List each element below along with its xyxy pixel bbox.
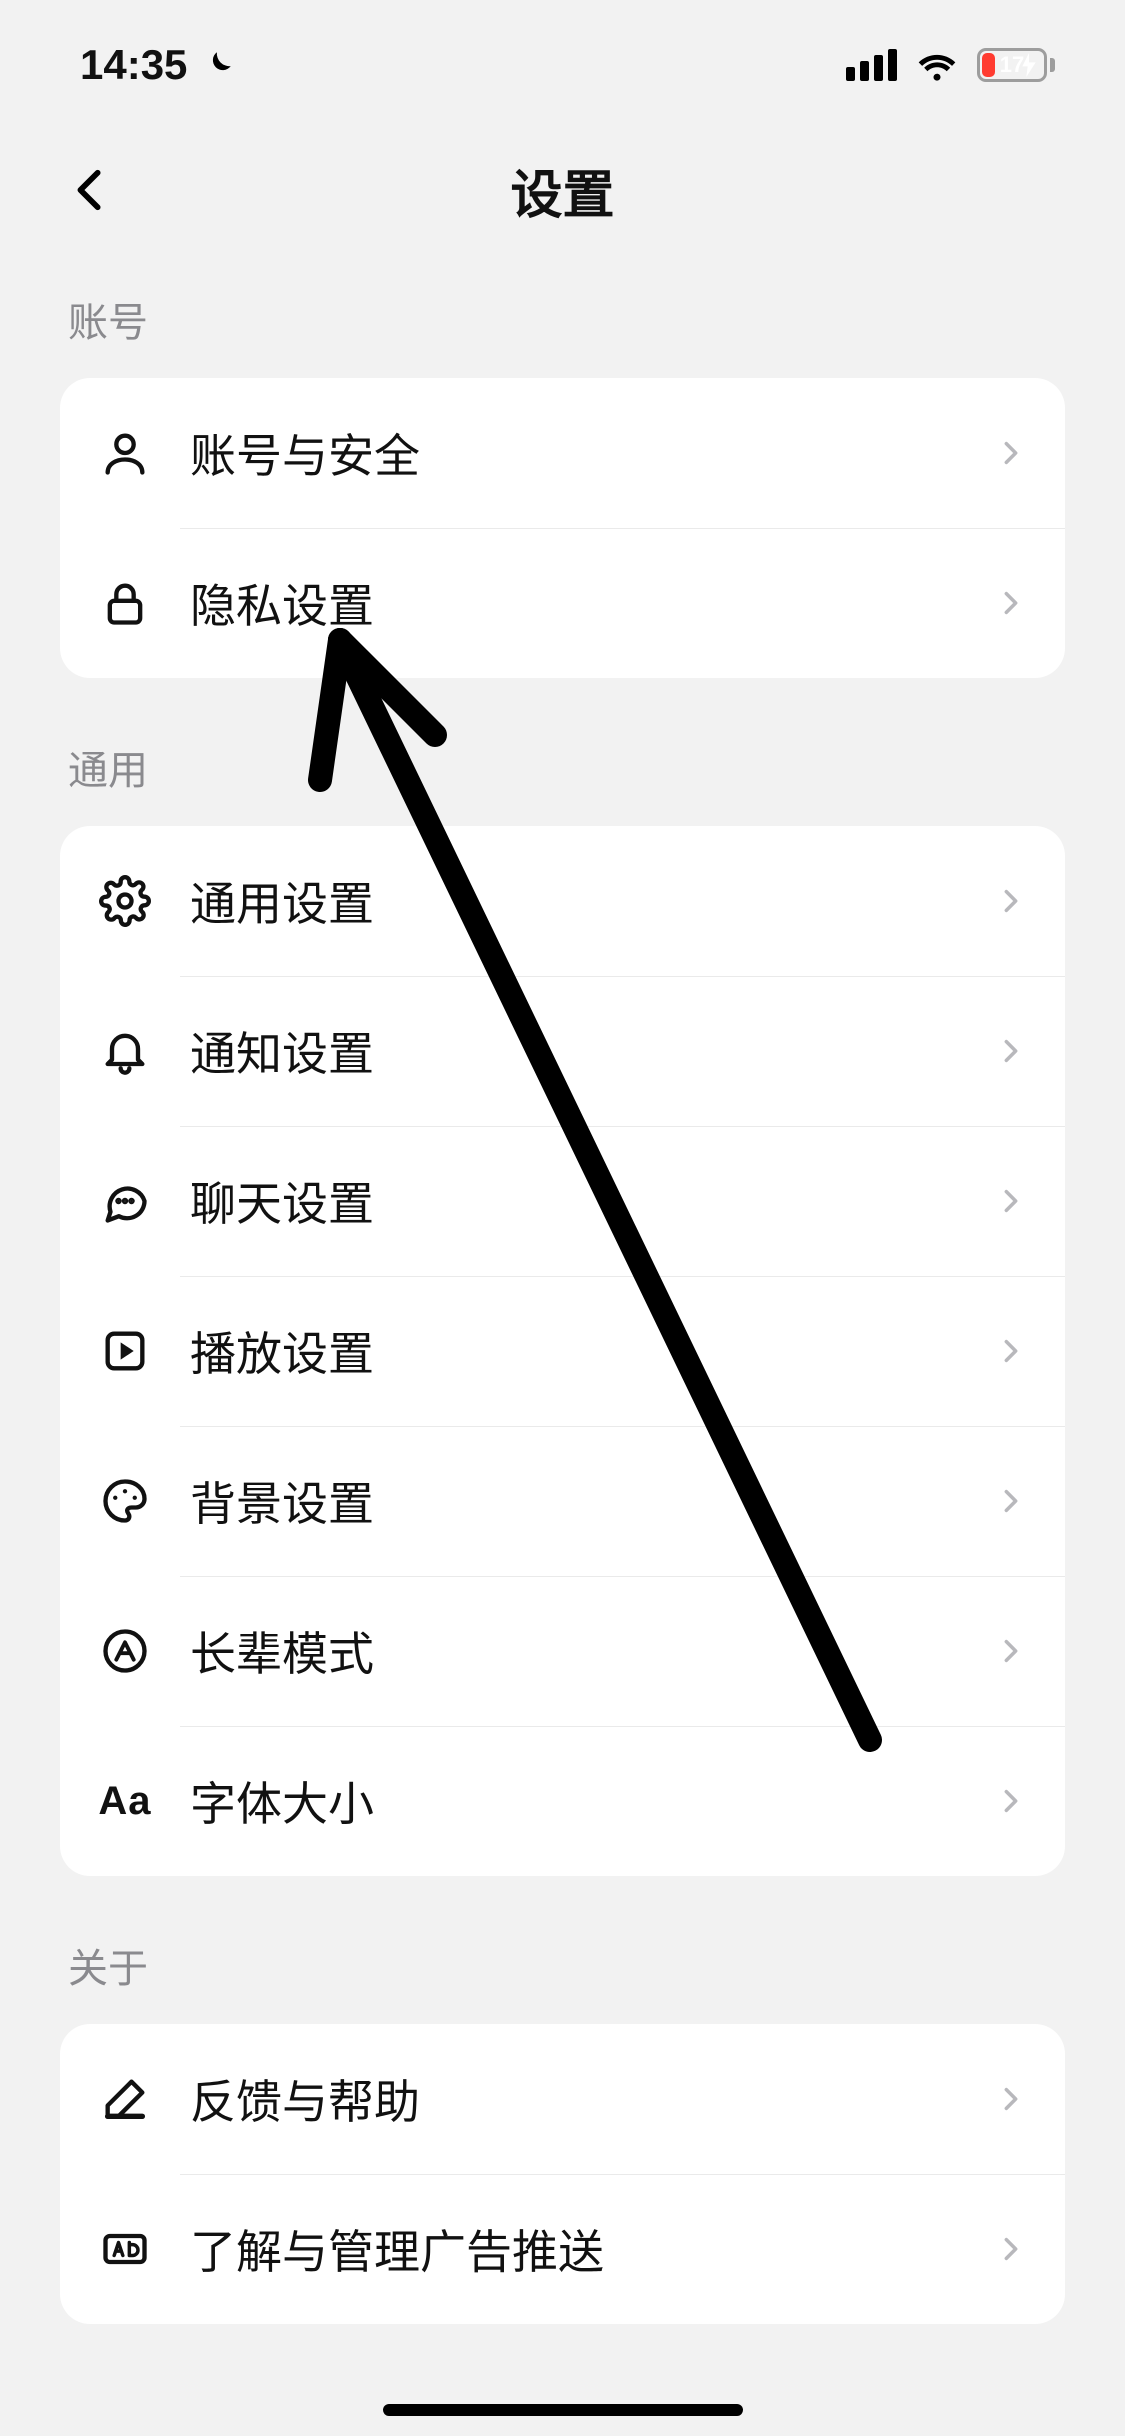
section-card-about: 反馈与帮助 了解与管理广告推送 — [60, 2024, 1065, 2324]
chevron-right-icon — [997, 1637, 1025, 1665]
row-label: 聊天设置 — [190, 1168, 997, 1234]
font-size-icon: Aa — [90, 1779, 160, 1824]
row-general-settings[interactable]: 通用设置 — [60, 826, 1065, 976]
status-right: 17 — [846, 48, 1055, 82]
row-label: 通知设置 — [190, 1018, 997, 1084]
section-card-account: 账号与安全 隐私设置 — [60, 378, 1065, 678]
lock-icon — [90, 577, 160, 629]
chevron-right-icon — [997, 1487, 1025, 1515]
row-font-size[interactable]: Aa 字体大小 — [60, 1726, 1065, 1876]
wifi-icon — [915, 48, 959, 82]
row-label: 了解与管理广告推送 — [190, 2216, 997, 2282]
row-label: 隐私设置 — [190, 570, 997, 636]
pencil-icon — [90, 2073, 160, 2125]
status-time: 14:35 — [80, 41, 187, 89]
section-header-about: 关于 — [60, 1876, 1065, 2024]
chevron-right-icon — [997, 2085, 1025, 2113]
chevron-right-icon — [997, 1787, 1025, 1815]
moon-icon — [201, 48, 235, 82]
user-icon — [90, 427, 160, 479]
chevron-right-icon — [997, 887, 1025, 915]
play-icon — [90, 1325, 160, 1377]
settings-content: 账号 账号与安全 隐私设置 通用 通用设置 — [0, 250, 1125, 2324]
chevron-right-icon — [997, 2235, 1025, 2263]
row-label: 播放设置 — [190, 1318, 997, 1384]
home-indicator — [383, 2404, 743, 2416]
section-header-account: 账号 — [60, 250, 1065, 378]
chevron-right-icon — [997, 1037, 1025, 1065]
chevron-right-icon — [997, 1187, 1025, 1215]
cellular-signal-icon — [846, 49, 897, 81]
chevron-right-icon — [997, 1337, 1025, 1365]
row-chat-settings[interactable]: 聊天设置 — [60, 1126, 1065, 1276]
row-ad-management[interactable]: 了解与管理广告推送 — [60, 2174, 1065, 2324]
gear-icon — [90, 875, 160, 927]
row-label: 账号与安全 — [190, 420, 997, 486]
back-button[interactable] — [60, 160, 120, 220]
chevron-right-icon — [997, 589, 1025, 617]
row-label: 字体大小 — [190, 1768, 997, 1834]
row-feedback-help[interactable]: 反馈与帮助 — [60, 2024, 1065, 2174]
palette-icon — [90, 1475, 160, 1527]
chevron-right-icon — [997, 439, 1025, 467]
row-background-settings[interactable]: 背景设置 — [60, 1426, 1065, 1576]
row-elder-mode[interactable]: 长辈模式 — [60, 1576, 1065, 1726]
ad-icon — [90, 2223, 160, 2275]
battery-icon: 17 — [977, 48, 1055, 82]
status-bar: 14:35 17 — [0, 0, 1125, 130]
row-playback-settings[interactable]: 播放设置 — [60, 1276, 1065, 1426]
row-label: 通用设置 — [190, 868, 997, 934]
row-label: 背景设置 — [190, 1468, 997, 1534]
bell-icon — [90, 1025, 160, 1077]
section-header-general: 通用 — [60, 678, 1065, 826]
section-card-general: 通用设置 通知设置 聊天设置 播放设置 — [60, 826, 1065, 1876]
elder-mode-icon — [90, 1625, 160, 1677]
page-title: 设置 — [510, 153, 614, 228]
chevron-left-icon — [67, 167, 113, 213]
status-left: 14:35 — [80, 41, 235, 89]
row-label: 反馈与帮助 — [190, 2066, 997, 2132]
row-notification-settings[interactable]: 通知设置 — [60, 976, 1065, 1126]
chat-icon — [90, 1175, 160, 1227]
charging-icon — [1022, 53, 1036, 77]
battery-percent: 17 — [1000, 52, 1024, 78]
nav-bar: 设置 — [0, 130, 1125, 250]
row-label: 长辈模式 — [190, 1618, 997, 1684]
row-account-security[interactable]: 账号与安全 — [60, 378, 1065, 528]
row-privacy[interactable]: 隐私设置 — [60, 528, 1065, 678]
